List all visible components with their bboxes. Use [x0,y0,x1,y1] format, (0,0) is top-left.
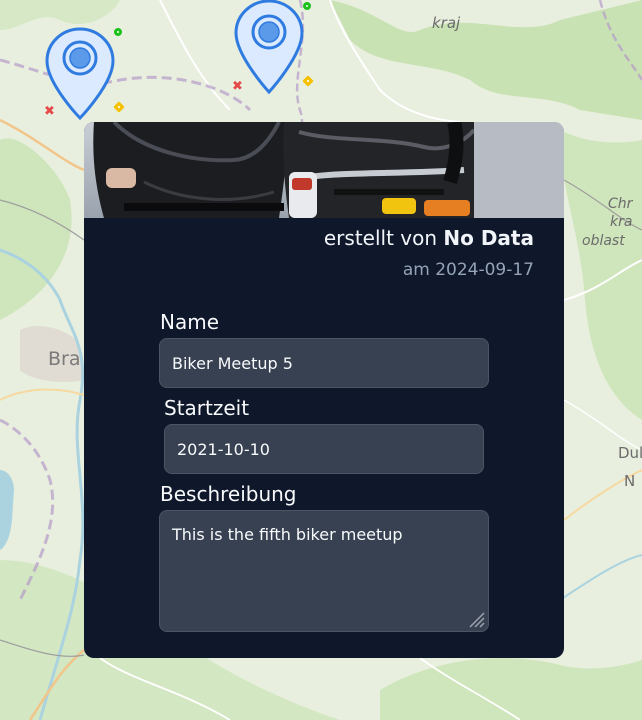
red-cross-marker-icon[interactable]: ✖ [232,80,243,93]
map-label-chr: Chr [608,196,633,212]
map-label-kraj: kraj [432,14,461,32]
name-field[interactable]: Biker Meetup 5 [159,338,489,388]
map-label-n: N [624,472,636,490]
start-time-value: 2021-10-10 [177,439,270,459]
green-dot-marker-icon[interactable] [303,2,311,10]
creator-name: No Data [443,226,534,250]
start-time-label: Startzeit [164,396,250,420]
red-cross-marker-icon[interactable]: ✖ [44,105,55,118]
green-dot-marker-icon[interactable] [114,28,122,36]
description-value: This is the fifth biker meetup [172,525,403,544]
start-time-field[interactable]: 2021-10-10 [164,424,484,474]
name-value: Biker Meetup 5 [172,353,293,373]
map-label-dul: Dul [618,444,642,462]
map-label-oblast: oblast [582,233,625,249]
name-label: Name [160,310,220,334]
description-label: Beschreibung [160,482,297,506]
resize-grip-icon[interactable] [466,609,486,629]
created-date: am 2024-09-17 [402,260,534,280]
location-marker-icon[interactable] [233,0,305,96]
creator-info: erstellt von No Data [324,226,534,250]
map-label-bra: Bra [48,348,81,370]
map-label-kra: kra [610,214,633,230]
creator-prefix: erstellt von [323,226,438,250]
event-cover-image [84,122,564,218]
description-textarea[interactable]: This is the fifth biker meetup [159,510,489,632]
event-popup-card: erstellt von No Data am 2024-09-17 Name … [84,122,564,658]
